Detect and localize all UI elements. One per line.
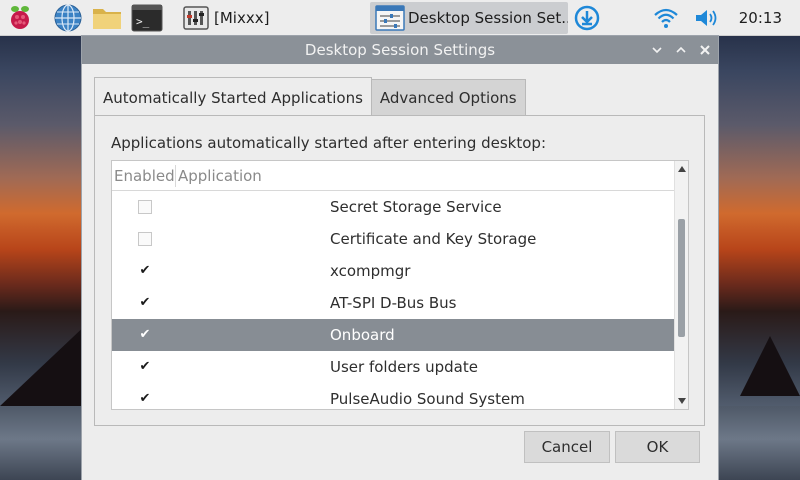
table-row[interactable]: Certificate and Key Storage: [112, 223, 674, 255]
ok-button[interactable]: OK: [615, 431, 700, 463]
tab-advanced-options[interactable]: Advanced Options: [371, 79, 526, 115]
download-icon[interactable]: [572, 4, 602, 32]
table-row[interactable]: ✔ AT-SPI D-Bus Bus: [112, 287, 674, 319]
list-rows: Secret Storage Service Certificate and K…: [112, 191, 674, 409]
list-header: Enabled Application: [112, 161, 674, 191]
list-scrollbar[interactable]: [674, 161, 688, 409]
enabled-checkbox[interactable]: [138, 200, 152, 214]
taskbar-task-mixxx[interactable]: [Mixxx]: [176, 2, 366, 34]
table-row[interactable]: ✔ User folders update: [112, 351, 674, 383]
application-name: Secret Storage Service: [330, 198, 502, 216]
desktop-session-settings-window: Desktop Session Settings Automatically S…: [82, 36, 718, 480]
enabled-checkbox[interactable]: ✔: [138, 360, 152, 374]
scroll-up-arrow-icon[interactable]: [675, 162, 688, 176]
window-controls: [650, 36, 712, 64]
minimize-chevron-icon[interactable]: [650, 36, 664, 64]
application-name: xcompmgr: [330, 262, 411, 280]
volume-icon[interactable]: [692, 4, 720, 32]
tab-bar: Automatically Started Applications Advan…: [94, 77, 526, 115]
application-name: User folders update: [330, 358, 478, 376]
tab-automatically-started-applications[interactable]: Automatically Started Applications: [94, 77, 372, 115]
svg-text:>_: >_: [136, 15, 150, 28]
mixxx-app-icon: [180, 4, 212, 32]
table-row-selected[interactable]: ✔ Onboard: [112, 319, 674, 351]
panel-clock[interactable]: 20:13: [739, 0, 782, 36]
scroll-down-arrow-icon[interactable]: [675, 394, 688, 408]
taskbar-task-label: [Mixxx]: [214, 9, 270, 27]
column-header-application[interactable]: Application: [176, 165, 262, 187]
maximize-chevron-icon[interactable]: [674, 36, 688, 64]
terminal-icon[interactable]: >_: [130, 4, 164, 32]
scrollbar-thumb[interactable]: [678, 219, 685, 337]
wifi-icon[interactable]: [652, 4, 680, 32]
application-name: AT-SPI D-Bus Bus: [330, 294, 457, 312]
enabled-checkbox[interactable]: ✔: [138, 392, 152, 406]
tab-panel: Applications automatically started after…: [94, 115, 705, 426]
enabled-checkbox[interactable]: ✔: [138, 296, 152, 310]
window-title: Desktop Session Settings: [304, 41, 496, 59]
application-name: Certificate and Key Storage: [330, 230, 537, 248]
file-manager-folder-icon[interactable]: [90, 4, 124, 32]
enabled-checkbox[interactable]: [138, 232, 152, 246]
application-name: Onboard: [330, 326, 395, 344]
table-row[interactable]: ✔ xcompmgr: [112, 255, 674, 287]
top-panel: >_ [Mixxx] Desktop Session Set... 20:13: [0, 0, 800, 36]
web-browser-globe-icon[interactable]: [52, 4, 84, 32]
window-titlebar[interactable]: Desktop Session Settings: [82, 36, 718, 64]
enabled-checkbox[interactable]: ✔: [138, 328, 152, 342]
taskbar-task-label: Desktop Session Set...: [408, 9, 568, 27]
table-row[interactable]: Secret Storage Service: [112, 191, 674, 223]
column-header-enabled[interactable]: Enabled: [112, 164, 176, 187]
enabled-checkbox[interactable]: ✔: [138, 264, 152, 278]
intro-label: Applications automatically started after…: [111, 134, 546, 152]
close-icon[interactable]: [698, 36, 712, 64]
autostart-app-list[interactable]: Enabled Application Secret Storage Servi…: [111, 160, 689, 410]
wallpaper-mountain-right: [740, 336, 800, 396]
taskbar-task-session-settings[interactable]: Desktop Session Set...: [370, 2, 568, 34]
table-row[interactable]: ✔ PulseAudio Sound System: [112, 383, 674, 409]
raspberry-pi-menu-icon[interactable]: [6, 4, 34, 32]
session-settings-icon: [374, 4, 406, 32]
application-name: PulseAudio Sound System: [330, 390, 525, 408]
cancel-button[interactable]: Cancel: [524, 431, 610, 463]
